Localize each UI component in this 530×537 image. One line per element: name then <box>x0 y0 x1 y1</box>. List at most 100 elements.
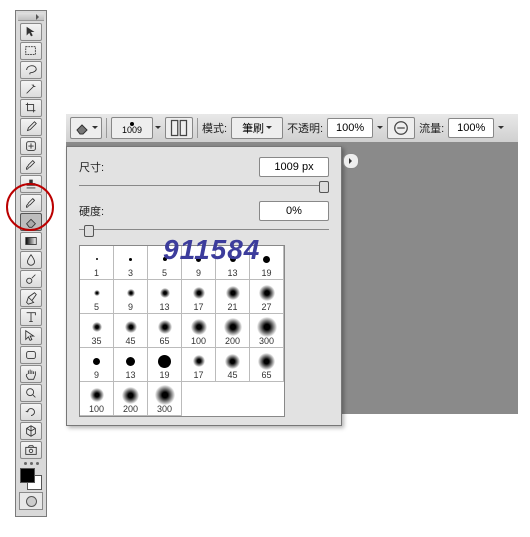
brush-preset[interactable]: 3 <box>114 246 148 280</box>
eraser-icon <box>74 120 90 136</box>
brush-preset[interactable]: 9 <box>114 280 148 314</box>
brush-preset[interactable]: 9 <box>80 348 114 382</box>
brush-preset[interactable]: 9 <box>182 246 216 280</box>
tool-pen[interactable] <box>20 289 42 307</box>
tool-marquee[interactable] <box>20 42 42 60</box>
brush-preset[interactable]: 45 <box>114 314 148 348</box>
mode-label: 模式: <box>202 120 227 136</box>
wand-icon <box>24 82 38 96</box>
dodge-icon <box>24 272 38 286</box>
tool-gradient[interactable] <box>20 232 42 250</box>
rotate-icon <box>24 405 38 419</box>
brush-preset-grid: 1359131959131721273545651002003009131917… <box>79 245 285 417</box>
eyedropper-icon <box>24 120 38 134</box>
brush-preset-picker[interactable]: 1009 <box>111 117 153 139</box>
hardness-slider[interactable] <box>79 225 329 235</box>
editor-panel: 1009 模式: 筆刷 不透明: 100% 流量: 100% <box>66 114 518 414</box>
tool-dodge[interactable] <box>20 270 42 288</box>
tool-rotate[interactable] <box>20 403 42 421</box>
type-icon <box>24 310 38 324</box>
flow-input[interactable]: 100% <box>448 118 494 138</box>
brush-preset[interactable]: 27 <box>250 280 284 314</box>
path-icon <box>24 329 38 343</box>
hardness-input[interactable]: 0% <box>259 201 329 221</box>
pen-icon <box>24 291 38 305</box>
tool-brush[interactable] <box>20 156 42 174</box>
tool-lasso[interactable] <box>20 61 42 79</box>
brush-preset[interactable]: 45 <box>216 348 250 382</box>
size-slider[interactable] <box>79 181 329 191</box>
toolbox <box>15 10 47 517</box>
brush-panel-toggle[interactable] <box>165 117 193 139</box>
brush-preset[interactable]: 1 <box>80 246 114 280</box>
shape-icon <box>24 348 38 362</box>
toolbox-handle[interactable] <box>18 13 44 21</box>
hand-icon <box>24 367 38 381</box>
size-input[interactable]: 1009 px <box>259 157 329 177</box>
brush-preset[interactable]: 200 <box>216 314 250 348</box>
tool-stamp[interactable] <box>20 175 42 193</box>
foreground-color[interactable] <box>20 468 35 483</box>
stamp-icon <box>24 177 38 191</box>
tool-wand[interactable] <box>20 80 42 98</box>
brush-preset[interactable]: 17 <box>182 348 216 382</box>
tool-move[interactable] <box>20 23 42 41</box>
tool-eyedropper[interactable] <box>20 118 42 136</box>
quick-mask-toggle[interactable] <box>19 492 43 510</box>
crop-icon <box>24 101 38 115</box>
tablet-opacity-toggle[interactable] <box>387 117 415 139</box>
brush-preset[interactable]: 13 <box>216 246 250 280</box>
brush-preset[interactable]: 200 <box>114 382 148 416</box>
lasso-icon <box>24 63 38 77</box>
tool-camera[interactable] <box>20 441 42 459</box>
brush-preset[interactable]: 100 <box>182 314 216 348</box>
blur-icon <box>24 253 38 267</box>
opacity-input[interactable]: 100% <box>327 118 373 138</box>
tool-type[interactable] <box>20 308 42 326</box>
tool-history[interactable] <box>20 194 42 212</box>
tool-3d[interactable] <box>20 422 42 440</box>
brush-preset[interactable]: 13 <box>148 280 182 314</box>
brush-preset[interactable]: 17 <box>182 280 216 314</box>
brush-preset[interactable]: 65 <box>250 348 284 382</box>
brush-preset[interactable]: 300 <box>148 382 182 416</box>
heal-icon <box>24 139 38 153</box>
opacity-label: 不透明: <box>287 120 323 136</box>
brush-preset[interactable]: 21 <box>216 280 250 314</box>
brush-preset[interactable]: 100 <box>80 382 114 416</box>
tool-blur[interactable] <box>20 251 42 269</box>
3d-icon <box>24 424 38 438</box>
brush-preset[interactable]: 65 <box>148 314 182 348</box>
tool-zoom[interactable] <box>20 384 42 402</box>
tool-heal[interactable] <box>20 137 42 155</box>
tool-preset-picker[interactable] <box>70 117 102 139</box>
marquee-icon <box>24 44 38 58</box>
camera-icon <box>24 443 38 457</box>
brush-preset[interactable]: 5 <box>148 246 182 280</box>
popup-menu-button[interactable] <box>343 153 359 169</box>
brush-preset[interactable]: 35 <box>80 314 114 348</box>
options-bar: 1009 模式: 筆刷 不透明: 100% 流量: 100% <box>66 114 518 143</box>
brush-popup: 尺寸: 1009 px 硬度: 0% 135913195913172127354… <box>66 146 342 426</box>
tool-eraser[interactable] <box>20 213 42 231</box>
flow-label: 流量: <box>419 120 444 136</box>
brush-preset[interactable]: 300 <box>250 314 284 348</box>
move-icon <box>24 25 38 39</box>
zoom-icon <box>24 386 38 400</box>
history-icon <box>24 196 38 210</box>
mode-select[interactable]: 筆刷 <box>231 117 283 139</box>
toolbox-separator <box>18 462 44 465</box>
size-label: 尺寸: <box>79 159 104 175</box>
brush-preset[interactable]: 19 <box>148 348 182 382</box>
eraser-icon <box>24 215 38 229</box>
brush-preset[interactable]: 5 <box>80 280 114 314</box>
brush-preset[interactable]: 19 <box>250 246 284 280</box>
tool-hand[interactable] <box>20 365 42 383</box>
tablet-icon <box>391 118 411 138</box>
tool-shape[interactable] <box>20 346 42 364</box>
tool-path[interactable] <box>20 327 42 345</box>
tool-crop[interactable] <box>20 99 42 117</box>
color-swatches[interactable] <box>20 468 42 490</box>
hardness-label: 硬度: <box>79 203 104 219</box>
brush-preset[interactable]: 13 <box>114 348 148 382</box>
